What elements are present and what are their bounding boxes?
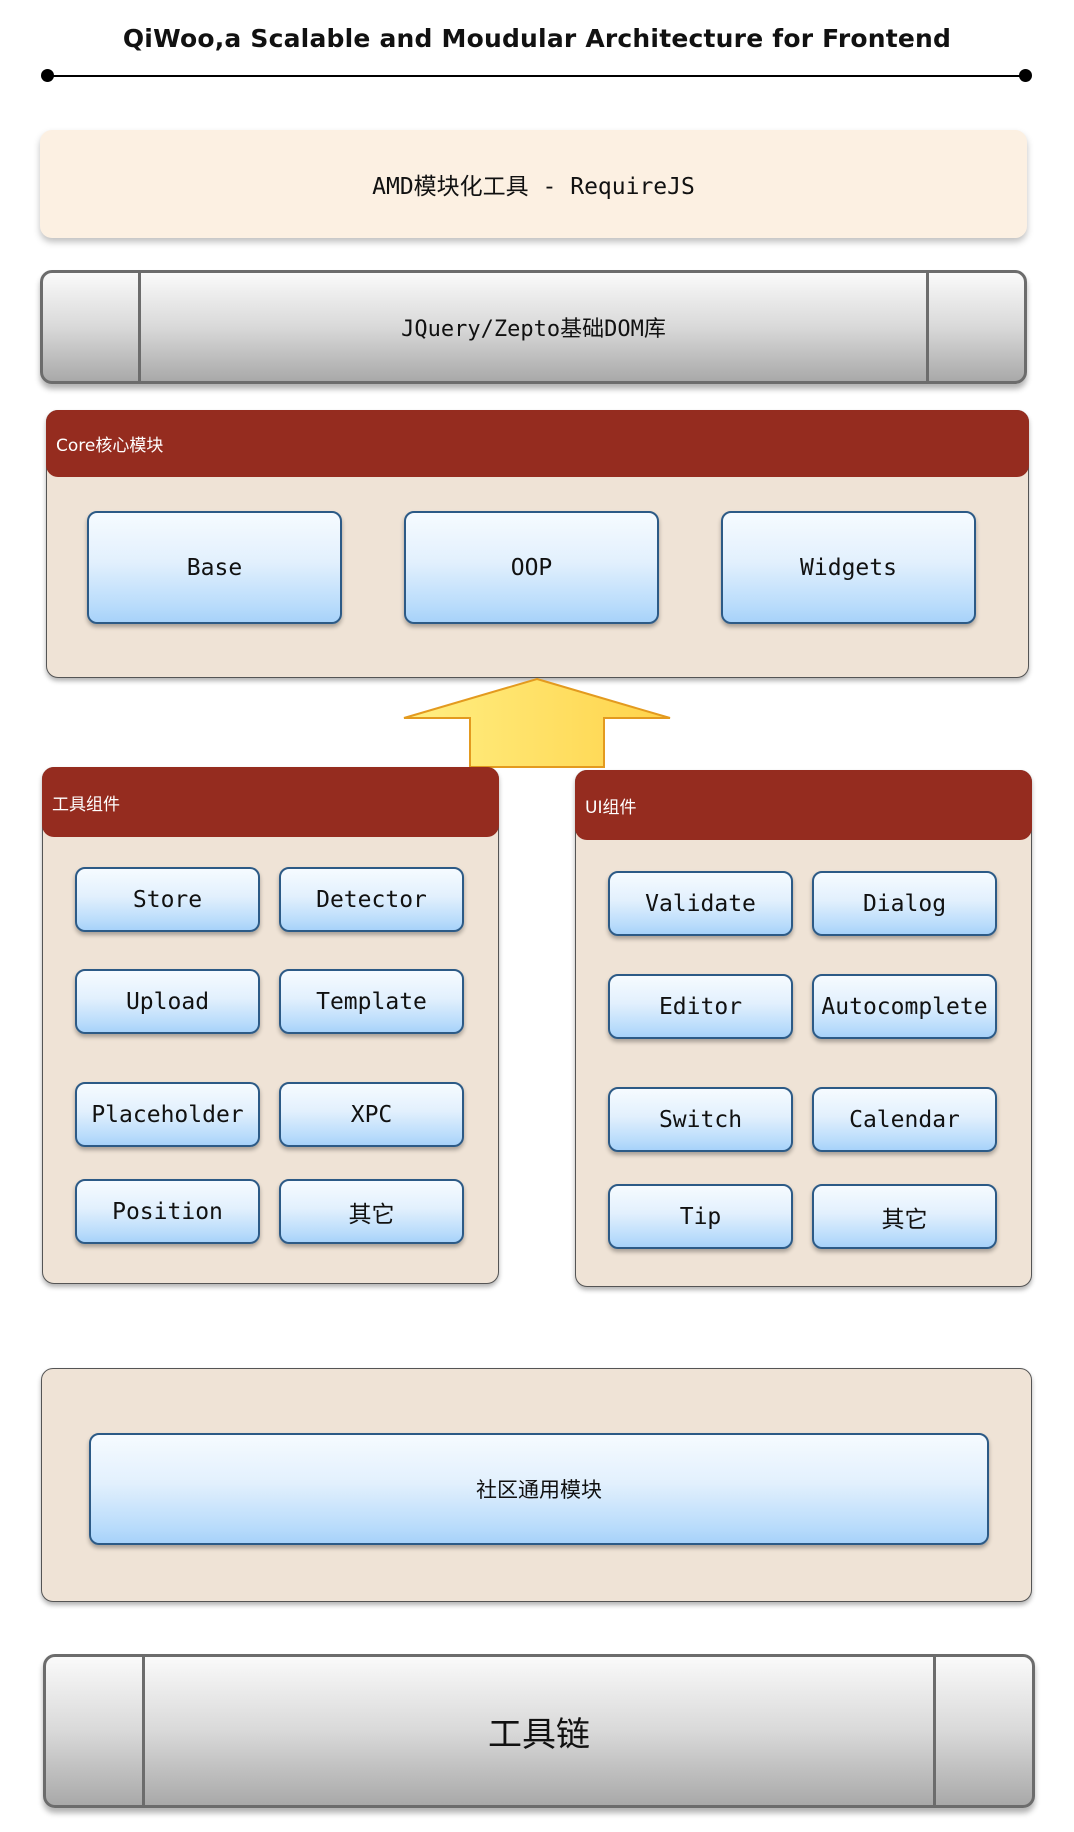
bar-divider-left (142, 1657, 145, 1805)
up-arrow-icon (403, 677, 671, 768)
core-item-widgets: Widgets (721, 511, 976, 624)
tool-item-store: Store (75, 867, 260, 932)
tool-item-other: 其它 (279, 1179, 464, 1244)
tool-item-position: Position (75, 1179, 260, 1244)
amd-layer: AMD模块化工具 - RequireJS (40, 130, 1027, 238)
bar-divider-right (933, 1657, 936, 1805)
ui-item-autocomplete: Autocomplete (812, 974, 997, 1039)
rule-right-dot (1019, 69, 1032, 82)
ui-item-switch: Switch (608, 1087, 793, 1152)
ui-item-calendar: Calendar (812, 1087, 997, 1152)
toolchain-label: 工具链 (488, 1714, 590, 1755)
core-panel-header: Core核心模块 (46, 410, 1029, 477)
ui-item-other: 其它 (812, 1184, 997, 1249)
dom-library-layer: JQuery/Zepto基础DOM库 (40, 270, 1027, 384)
toolchain-layer: 工具链 (43, 1654, 1035, 1808)
ui-item-validate: Validate (608, 871, 793, 936)
ui-item-editor: Editor (608, 974, 793, 1039)
dom-library-label: JQuery/Zepto基础DOM库 (401, 317, 666, 342)
core-panel: Core核心模块 Base OOP Widgets (46, 410, 1029, 678)
tool-item-xpc: XPC (279, 1082, 464, 1147)
bar-divider-left (138, 273, 141, 381)
tools-panel-header: 工具组件 (42, 767, 499, 837)
tool-item-upload: Upload (75, 969, 260, 1034)
tool-item-detector: Detector (279, 867, 464, 932)
tool-item-placeholder: Placeholder (75, 1082, 260, 1147)
ui-item-dialog: Dialog (812, 871, 997, 936)
core-item-base: Base (87, 511, 342, 624)
community-modules: 社区通用模块 (89, 1433, 989, 1545)
ui-panel-header: UI组件 (575, 770, 1032, 840)
tool-item-template: Template (279, 969, 464, 1034)
title-rule (48, 75, 1025, 77)
core-item-oop: OOP (404, 511, 659, 624)
tools-panel: 工具组件 Store Detector Upload Template Plac… (42, 767, 499, 1284)
ui-panel: UI组件 Validate Dialog Editor Autocomplete… (575, 770, 1032, 1287)
diagram-title: QiWoo,a Scalable and Moudular Architectu… (122, 24, 952, 53)
ui-item-tip: Tip (608, 1184, 793, 1249)
bar-divider-right (926, 273, 929, 381)
community-panel: 社区通用模块 (41, 1368, 1032, 1602)
rule-left-dot (41, 69, 54, 82)
